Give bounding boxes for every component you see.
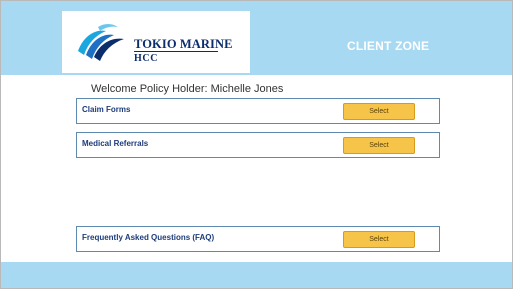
- header-bar: TOKIO MARINE HCC CLIENT ZONE: [1, 1, 512, 75]
- select-faq-button[interactable]: Select: [343, 231, 415, 248]
- tokio-marine-logo-icon: [78, 24, 124, 61]
- page-frame: TOKIO MARINE HCC CLIENT ZONE Welcome Pol…: [0, 0, 513, 289]
- brand-subname: HCC: [134, 53, 159, 64]
- page-title: CLIENT ZONE: [347, 39, 430, 53]
- menu-row-claim-forms: Claim Forms Select: [76, 98, 440, 124]
- footer-bar: [1, 262, 512, 288]
- menu-row-faq: Frequently Asked Questions (FAQ) Select: [76, 226, 440, 252]
- menu-row-medical-referrals: Medical Referrals Select: [76, 132, 440, 158]
- brand-name: TOKIO MARINE: [134, 37, 233, 51]
- brand-divider: [134, 51, 218, 52]
- menu-row-label: Frequently Asked Questions (FAQ): [82, 233, 215, 242]
- select-medical-referrals-button[interactable]: Select: [343, 137, 415, 154]
- menu-row-label: Claim Forms: [82, 105, 131, 114]
- menu-row-label: Medical Referrals: [82, 139, 149, 148]
- welcome-message: Welcome Policy Holder: Michelle Jones: [91, 83, 284, 95]
- select-claim-forms-button[interactable]: Select: [343, 103, 415, 120]
- brand-logo[interactable]: TOKIO MARINE HCC: [62, 11, 250, 73]
